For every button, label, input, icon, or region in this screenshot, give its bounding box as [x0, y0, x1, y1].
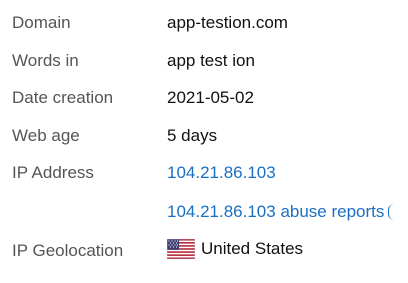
row-ip-geolocation: IP Geolocation United States: [0, 238, 408, 264]
web-age-value: 5 days: [167, 126, 218, 145]
date-creation-label: Date creation: [12, 88, 114, 107]
domain-label: Domain: [12, 13, 71, 32]
abuse-reports-link[interactable]: 104.21.86.103 abuse reports: [167, 202, 384, 221]
row-date-creation: Date creation 2021-05-02: [0, 85, 408, 111]
ip-address-label: IP Address: [12, 163, 94, 182]
us-flag-icon: [167, 239, 195, 259]
row-words-in: Words in app test ion: [0, 48, 408, 74]
words-in-value: app test ion: [167, 51, 255, 70]
abuse-reports-cell: 104.21.86.103 abuse reports: [167, 199, 394, 225]
open-paren-icon: [388, 204, 394, 220]
row-abuse-reports: 104.21.86.103 abuse reports: [0, 199, 408, 225]
web-age-label: Web age: [12, 126, 80, 145]
words-in-label: Words in: [12, 51, 79, 70]
ip-address-link[interactable]: 104.21.86.103: [167, 160, 276, 186]
domain-value: app-testion.com: [167, 13, 288, 32]
domain-info-table: Domain app-testion.com Words in app test…: [0, 0, 408, 283]
row-web-age: Web age 5 days: [0, 123, 408, 149]
date-creation-value: 2021-05-02: [167, 88, 254, 107]
row-ip-address: IP Address 104.21.86.103: [0, 160, 408, 186]
ip-geolocation-label: IP Geolocation: [12, 241, 124, 260]
ip-geolocation-value: United States: [167, 238, 303, 264]
geolocation-country: United States: [201, 239, 304, 258]
row-domain: Domain app-testion.com: [0, 10, 408, 36]
